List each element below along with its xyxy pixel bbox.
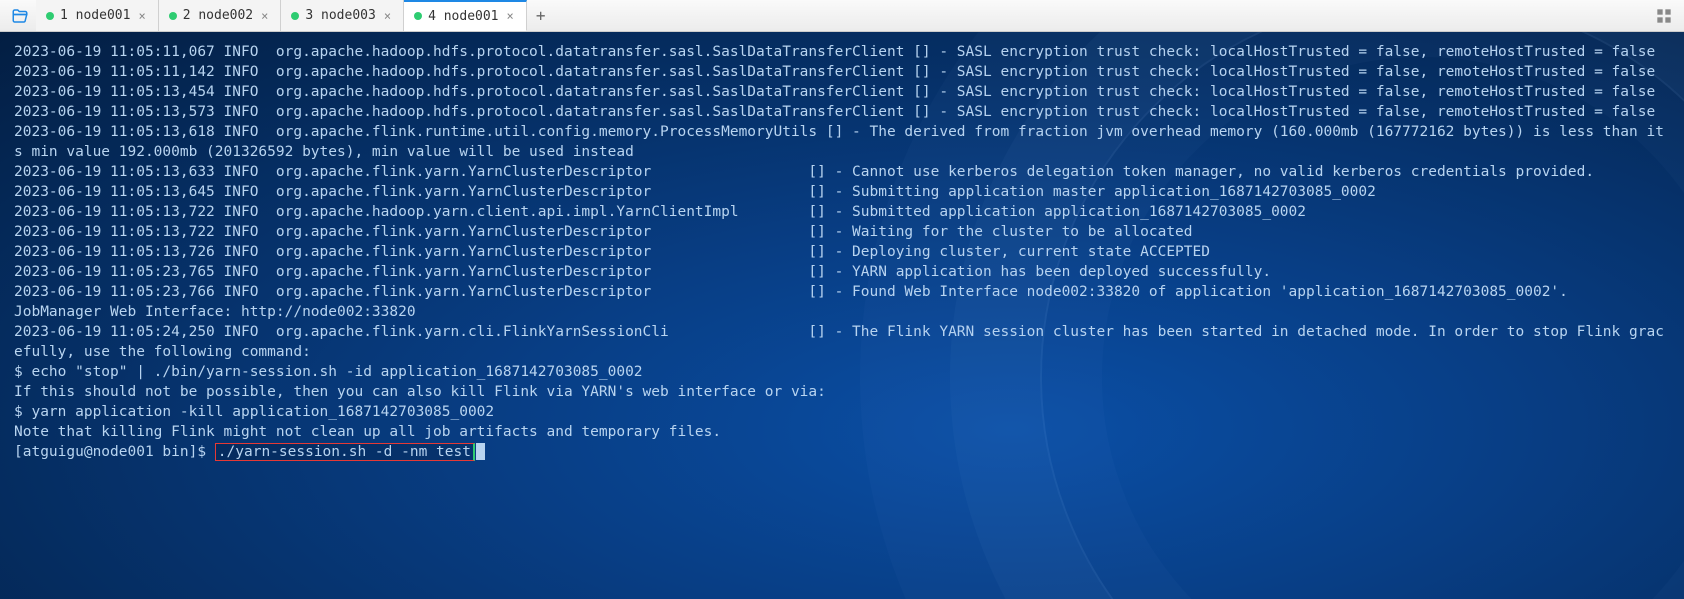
log-line: JobManager Web Interface: http://node002… <box>14 302 1670 322</box>
log-line: If this should not be possible, then you… <box>14 382 1670 402</box>
log-line: 2023-06-19 11:05:11,142 INFO org.apache.… <box>14 62 1670 82</box>
prompt-line: [atguigu@node001 bin]$ ./yarn-session.sh… <box>14 442 1670 462</box>
cursor-icon <box>476 443 485 460</box>
log-line: 2023-06-19 11:05:13,454 INFO org.apache.… <box>14 82 1670 102</box>
close-tab-button[interactable]: × <box>505 9 516 23</box>
log-line: 2023-06-19 11:05:13,722 INFO org.apache.… <box>14 222 1670 242</box>
close-tab-button[interactable]: × <box>259 9 270 23</box>
tab-label: 1 node001 <box>60 8 130 23</box>
log-line: 2023-06-19 11:05:13,633 INFO org.apache.… <box>14 162 1670 182</box>
log-line: 2023-06-19 11:05:13,618 INFO org.apache.… <box>14 122 1670 162</box>
close-tab-button[interactable]: × <box>136 9 147 23</box>
tab-3-node003[interactable]: 3 node003 × <box>281 0 404 31</box>
status-dot-icon <box>169 12 177 20</box>
prompt-command: ./yarn-session.sh -d -nm test <box>215 443 475 461</box>
prompt-prefix: [atguigu@node001 bin]$ <box>14 444 215 460</box>
tab-bar: 1 node001 × 2 node002 × 3 node003 × 4 no… <box>0 0 1684 32</box>
close-tab-button[interactable]: × <box>382 9 393 23</box>
log-line: 2023-06-19 11:05:11,067 INFO org.apache.… <box>14 42 1670 62</box>
status-dot-icon <box>46 12 54 20</box>
log-line: 2023-06-19 11:05:13,722 INFO org.apache.… <box>14 202 1670 222</box>
tab-4-node001[interactable]: 4 node001 × <box>404 0 527 31</box>
log-line: 2023-06-19 11:05:13,573 INFO org.apache.… <box>14 102 1670 122</box>
log-line: 2023-06-19 11:05:23,765 INFO org.apache.… <box>14 262 1670 282</box>
tab-label: 2 node002 <box>183 8 253 23</box>
add-tab-button[interactable]: + <box>527 0 555 31</box>
log-line: $ yarn application -kill application_168… <box>14 402 1670 422</box>
tab-1-node001[interactable]: 1 node001 × <box>36 0 159 31</box>
log-line: $ echo "stop" | ./bin/yarn-session.sh -i… <box>14 362 1670 382</box>
status-dot-icon <box>414 12 422 20</box>
tab-2-node002[interactable]: 2 node002 × <box>159 0 282 31</box>
log-line: 2023-06-19 11:05:24,250 INFO org.apache.… <box>14 322 1670 362</box>
tab-label: 3 node003 <box>305 8 375 23</box>
log-line: Note that killing Flink might not clean … <box>14 422 1670 442</box>
layout-grid-button[interactable] <box>1648 0 1680 31</box>
tab-label: 4 node001 <box>428 9 498 24</box>
terminal-output[interactable]: 2023-06-19 11:05:11,067 INFO org.apache.… <box>0 32 1684 599</box>
log-line: 2023-06-19 11:05:13,726 INFO org.apache.… <box>14 242 1670 262</box>
log-line: 2023-06-19 11:05:23,766 INFO org.apache.… <box>14 282 1670 302</box>
open-folder-button[interactable] <box>4 0 36 31</box>
status-dot-icon <box>291 12 299 20</box>
log-line: 2023-06-19 11:05:13,645 INFO org.apache.… <box>14 182 1670 202</box>
